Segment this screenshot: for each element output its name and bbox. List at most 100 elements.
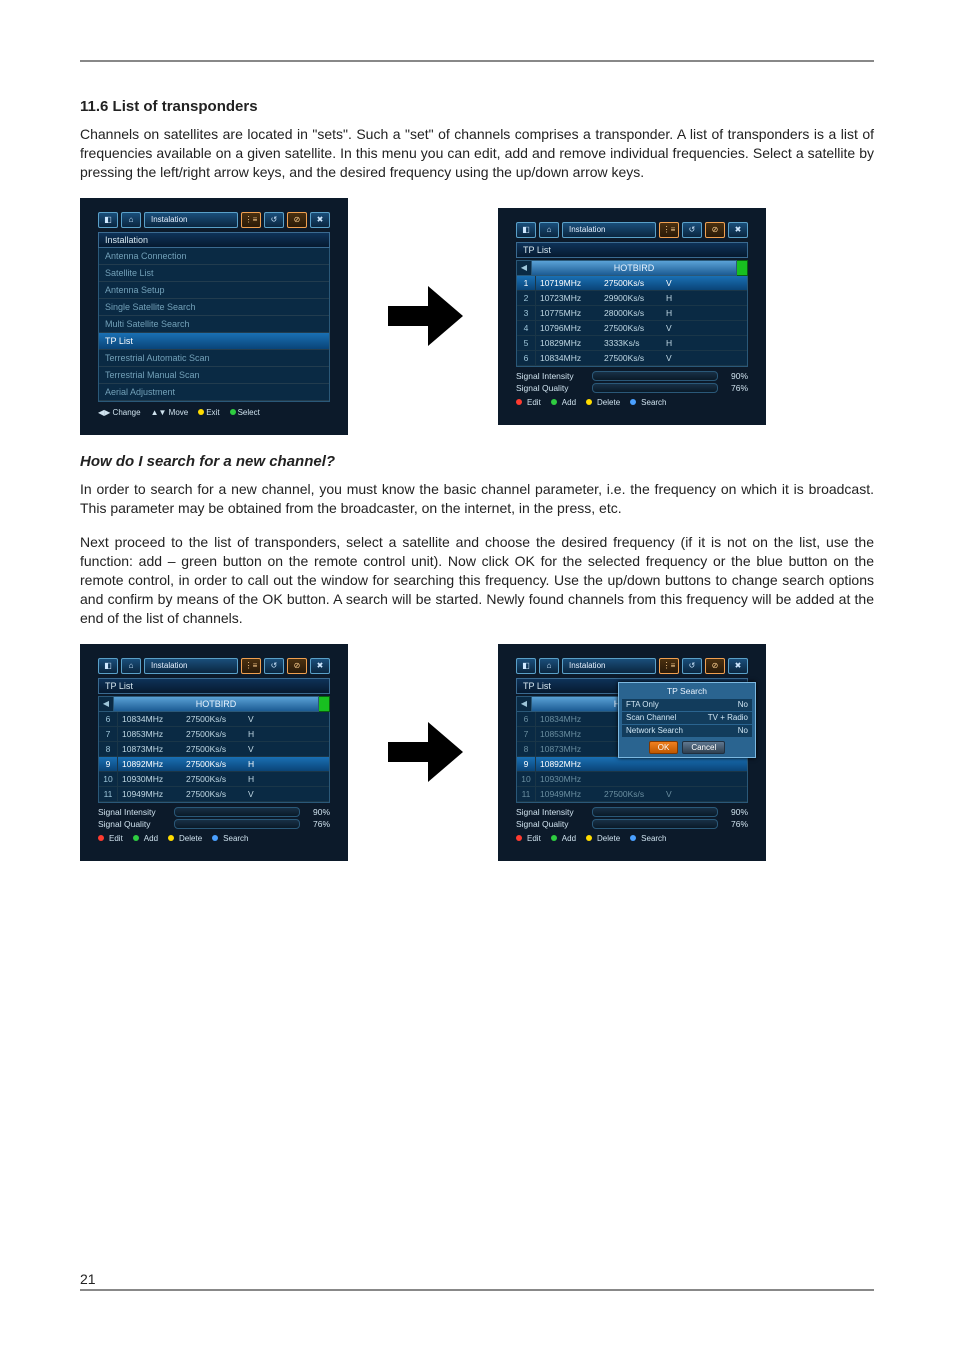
btn-add[interactable]: Add bbox=[133, 834, 158, 843]
hint-change: ◀▶ Change bbox=[98, 408, 141, 417]
menu-item-selected[interactable]: TP List bbox=[99, 333, 329, 350]
window-header: ◧ ⌂ Instalation ⋮≡ ↺ ⊘ ✖ bbox=[516, 658, 748, 674]
tp-row-polarization: V bbox=[664, 276, 747, 290]
tp-row[interactable]: 210723MHz29900Ks/sH bbox=[517, 291, 747, 306]
hint-move: ▲▼ Move bbox=[151, 408, 189, 417]
btn-delete[interactable]: Delete bbox=[586, 398, 620, 407]
tp-row-polarization: H bbox=[664, 336, 747, 350]
satellite-next-icon[interactable] bbox=[319, 696, 330, 712]
satellite-prev-icon[interactable]: ◀ bbox=[516, 696, 532, 712]
tp-row-polarization: V bbox=[246, 742, 329, 756]
tp-table[interactable]: 110719MHz27500Ks/sV210723MHz29900Ks/sH31… bbox=[516, 276, 748, 367]
menu-item[interactable]: Terrestrial Automatic Scan bbox=[99, 350, 329, 367]
menu-item[interactable]: Satellite List bbox=[99, 265, 329, 282]
tp-table[interactable]: 610834MHz27500Ks/sV710853MHz27500Ks/sH81… bbox=[98, 712, 330, 803]
tp-row-freq: 10853MHz bbox=[118, 727, 186, 741]
tp-row-num: 6 bbox=[99, 712, 118, 726]
signal-intensity-label: Signal Intensity bbox=[516, 807, 588, 817]
tp-row[interactable]: 410796MHz27500Ks/sV bbox=[517, 321, 747, 336]
popup-row[interactable]: FTA Only No bbox=[622, 699, 752, 711]
tp-row[interactable]: 1110949MHz27500Ks/sV bbox=[99, 787, 329, 802]
tp-row-num: 7 bbox=[99, 727, 118, 741]
screenshot-tp-search-popup: ◧ ⌂ Instalation ⋮≡ ↺ ⊘ ✖ TP List ◀ HOTBI… bbox=[498, 644, 766, 861]
installation-menu[interactable]: Antenna Connection Satellite List Antenn… bbox=[98, 248, 330, 402]
menu-item[interactable]: Terrestrial Manual Scan bbox=[99, 367, 329, 384]
header-icon: ⋮≡ bbox=[241, 658, 261, 674]
tp-row-freq: 10873MHz bbox=[536, 742, 604, 756]
color-button-bar: Edit Add Delete Search bbox=[516, 398, 748, 407]
popup-cancel-button[interactable]: Cancel bbox=[682, 741, 725, 754]
tp-row[interactable]: 610834MHz27500Ks/sV bbox=[99, 712, 329, 727]
tp-row-symbolrate: 27500Ks/s bbox=[604, 276, 664, 290]
tp-row[interactable]: 1110949MHz27500Ks/sV bbox=[517, 787, 747, 802]
popup-ok-button[interactable]: OK bbox=[649, 741, 679, 754]
satellite-selector[interactable]: ◀ HOTBIRD bbox=[516, 260, 748, 276]
tp-row[interactable]: 810873MHz27500Ks/sV bbox=[99, 742, 329, 757]
panel-title: TP List bbox=[516, 242, 748, 258]
header-icon: ⌂ bbox=[539, 658, 559, 674]
tp-row-symbolrate: 27500Ks/s bbox=[186, 757, 246, 771]
btn-edit[interactable]: Edit bbox=[98, 834, 123, 843]
popup-row[interactable]: Scan Channel TV + Radio bbox=[622, 712, 752, 724]
tp-row[interactable]: 1010930MHz bbox=[517, 772, 747, 787]
tp-row[interactable]: 310775MHz28000Ks/sH bbox=[517, 306, 747, 321]
tp-row[interactable]: 110719MHz27500Ks/sV bbox=[517, 276, 747, 291]
btn-search[interactable]: Search bbox=[630, 398, 666, 407]
btn-add[interactable]: Add bbox=[551, 398, 576, 407]
tp-row-num: 10 bbox=[517, 772, 536, 786]
tp-row[interactable]: 910892MHz27500Ks/sH bbox=[99, 757, 329, 772]
menu-item[interactable]: Aerial Adjustment bbox=[99, 384, 329, 401]
signal-quality-bar bbox=[592, 819, 718, 829]
popup-row[interactable]: Network Search No bbox=[622, 725, 752, 737]
satellite-prev-icon[interactable]: ◀ bbox=[98, 696, 114, 712]
btn-delete[interactable]: Delete bbox=[168, 834, 202, 843]
header-icon: ⋮≡ bbox=[659, 658, 679, 674]
header-icon: ⊘ bbox=[705, 658, 725, 674]
header-icon: ⌂ bbox=[121, 658, 141, 674]
tp-row-num: 6 bbox=[517, 712, 536, 726]
menu-item[interactable]: Antenna Connection bbox=[99, 248, 329, 265]
tp-row-symbolrate bbox=[604, 772, 664, 786]
header-icon: ↺ bbox=[682, 222, 702, 238]
btn-search[interactable]: Search bbox=[630, 834, 666, 843]
tp-row-symbolrate: 27500Ks/s bbox=[604, 787, 664, 801]
tp-row[interactable]: 710853MHz27500Ks/sH bbox=[99, 727, 329, 742]
tp-row-freq: 10719MHz bbox=[536, 276, 604, 290]
menu-item[interactable]: Multi Satellite Search bbox=[99, 316, 329, 333]
btn-edit[interactable]: Edit bbox=[516, 398, 541, 407]
color-button-bar: Edit Add Delete Search bbox=[98, 834, 330, 843]
satellite-next-icon[interactable] bbox=[737, 260, 748, 276]
satellite-prev-icon[interactable]: ◀ bbox=[516, 260, 532, 276]
tp-row-symbolrate: 27500Ks/s bbox=[604, 351, 664, 365]
btn-add[interactable]: Add bbox=[551, 834, 576, 843]
header-icon: ⋮≡ bbox=[241, 212, 261, 228]
btn-delete[interactable]: Delete bbox=[586, 834, 620, 843]
tp-row-num: 1 bbox=[517, 276, 536, 290]
window-header: ◧ ⌂ Instalation ⋮≡ ↺ ⊘ ✖ bbox=[98, 212, 330, 228]
header-icon: ⌂ bbox=[539, 222, 559, 238]
signal-quality-bar bbox=[592, 383, 718, 393]
tp-row[interactable]: 610834MHz27500Ks/sV bbox=[517, 351, 747, 366]
tp-row[interactable]: 1010930MHz27500Ks/sH bbox=[99, 772, 329, 787]
tp-row[interactable]: 910892MHz bbox=[517, 757, 747, 772]
satellite-selector[interactable]: ◀ HOTBIRD bbox=[98, 696, 330, 712]
window-header: ◧ ⌂ Instalation ⋮≡ ↺ ⊘ ✖ bbox=[516, 222, 748, 238]
paragraph-1: Channels on satellites are located in "s… bbox=[80, 125, 874, 182]
menu-item[interactable]: Antenna Setup bbox=[99, 282, 329, 299]
header-icon: ⊘ bbox=[705, 222, 725, 238]
header-icon: ⊘ bbox=[287, 212, 307, 228]
control-hints: ◀▶ Change ▲▼ Move Exit Select bbox=[98, 408, 330, 417]
header-icon: ⋮≡ bbox=[659, 222, 679, 238]
signal-intensity-label: Signal Intensity bbox=[98, 807, 170, 817]
arrow-right-icon bbox=[378, 271, 468, 361]
tp-row-symbolrate: 27500Ks/s bbox=[604, 321, 664, 335]
tp-row-freq: 10892MHz bbox=[118, 757, 186, 771]
menu-item[interactable]: Single Satellite Search bbox=[99, 299, 329, 316]
header-icon: ↺ bbox=[264, 212, 284, 228]
tp-row-polarization: H bbox=[246, 772, 329, 786]
btn-search[interactable]: Search bbox=[212, 834, 248, 843]
btn-edit[interactable]: Edit bbox=[516, 834, 541, 843]
signal-intensity-value: 90% bbox=[722, 371, 748, 381]
tp-row[interactable]: 510829MHz3333Ks/sH bbox=[517, 336, 747, 351]
signal-quality-value: 76% bbox=[304, 819, 330, 829]
